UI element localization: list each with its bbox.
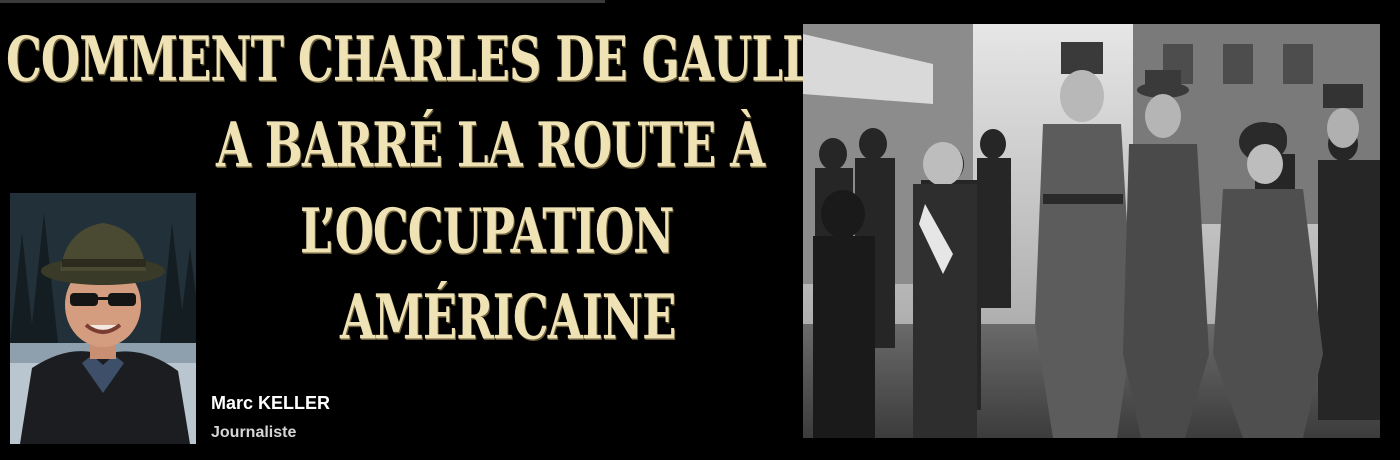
top-divider bbox=[0, 0, 605, 3]
headline-line-1: COMMENT CHARLES DE GAULLE bbox=[6, 22, 847, 96]
author-role: Journaliste bbox=[211, 424, 297, 441]
headline-line-4: AMÉRICAINE bbox=[340, 280, 676, 354]
headline-line-2: A BARRÉ LA ROUTE À bbox=[216, 108, 765, 182]
author-portrait bbox=[10, 193, 196, 444]
article-banner: COMMENT CHARLES DE GAULLE A BARRÉ LA ROU… bbox=[0, 0, 1400, 460]
historical-photo bbox=[803, 24, 1380, 438]
author-name: Marc KELLER bbox=[211, 393, 331, 413]
headline-line-3: L’OCCUPATION bbox=[300, 194, 674, 268]
